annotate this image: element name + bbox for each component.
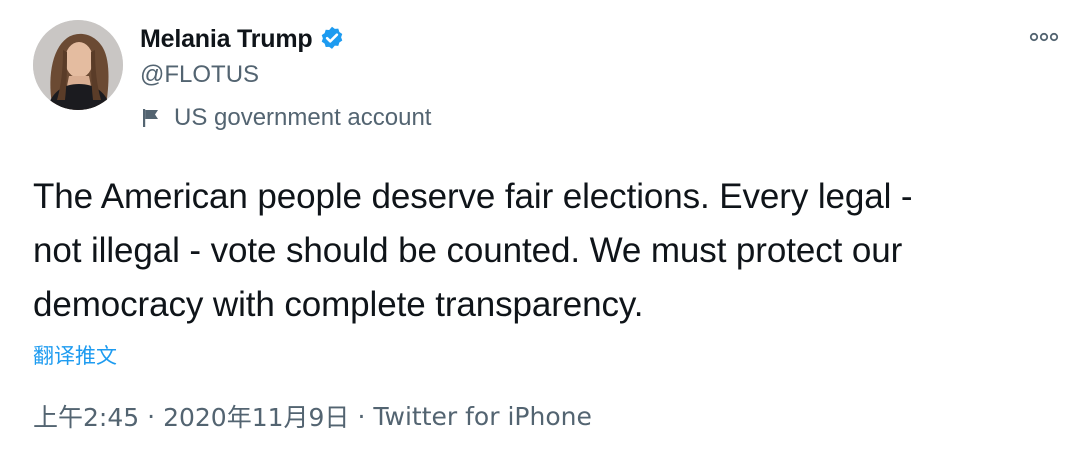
tweet-time[interactable]: 上午2:45 (33, 398, 139, 434)
verified-badge-icon (318, 25, 346, 53)
avatar[interactable] (33, 20, 123, 110)
tweet-text: The American people deserve fair electio… (33, 177, 913, 324)
name-row: Melania Trump (140, 22, 346, 56)
more-options-icon[interactable] (1028, 26, 1060, 48)
tweet-header: Melania Trump @FLOTUS (140, 22, 346, 92)
translate-tweet-link[interactable]: 翻译推文 (33, 340, 117, 370)
tweet-date[interactable]: 2020年11月9日 (163, 398, 349, 434)
tweet-card: Melania Trump @FLOTUS US government acco… (0, 0, 1080, 458)
government-account-label: US government account (140, 101, 431, 135)
separator: · (147, 401, 156, 431)
display-name[interactable]: Melania Trump (140, 25, 313, 54)
government-label-text: US government account (174, 104, 432, 131)
separator: · (357, 401, 366, 431)
tweet-source[interactable]: Twitter for iPhone (373, 402, 591, 431)
user-handle[interactable]: @FLOTUS (140, 58, 346, 92)
profile-photo (33, 20, 123, 110)
tweet-metadata: 上午2:45 · 2020年11月9日 · Twitter for iPhone (33, 398, 592, 434)
flag-icon (140, 107, 162, 129)
